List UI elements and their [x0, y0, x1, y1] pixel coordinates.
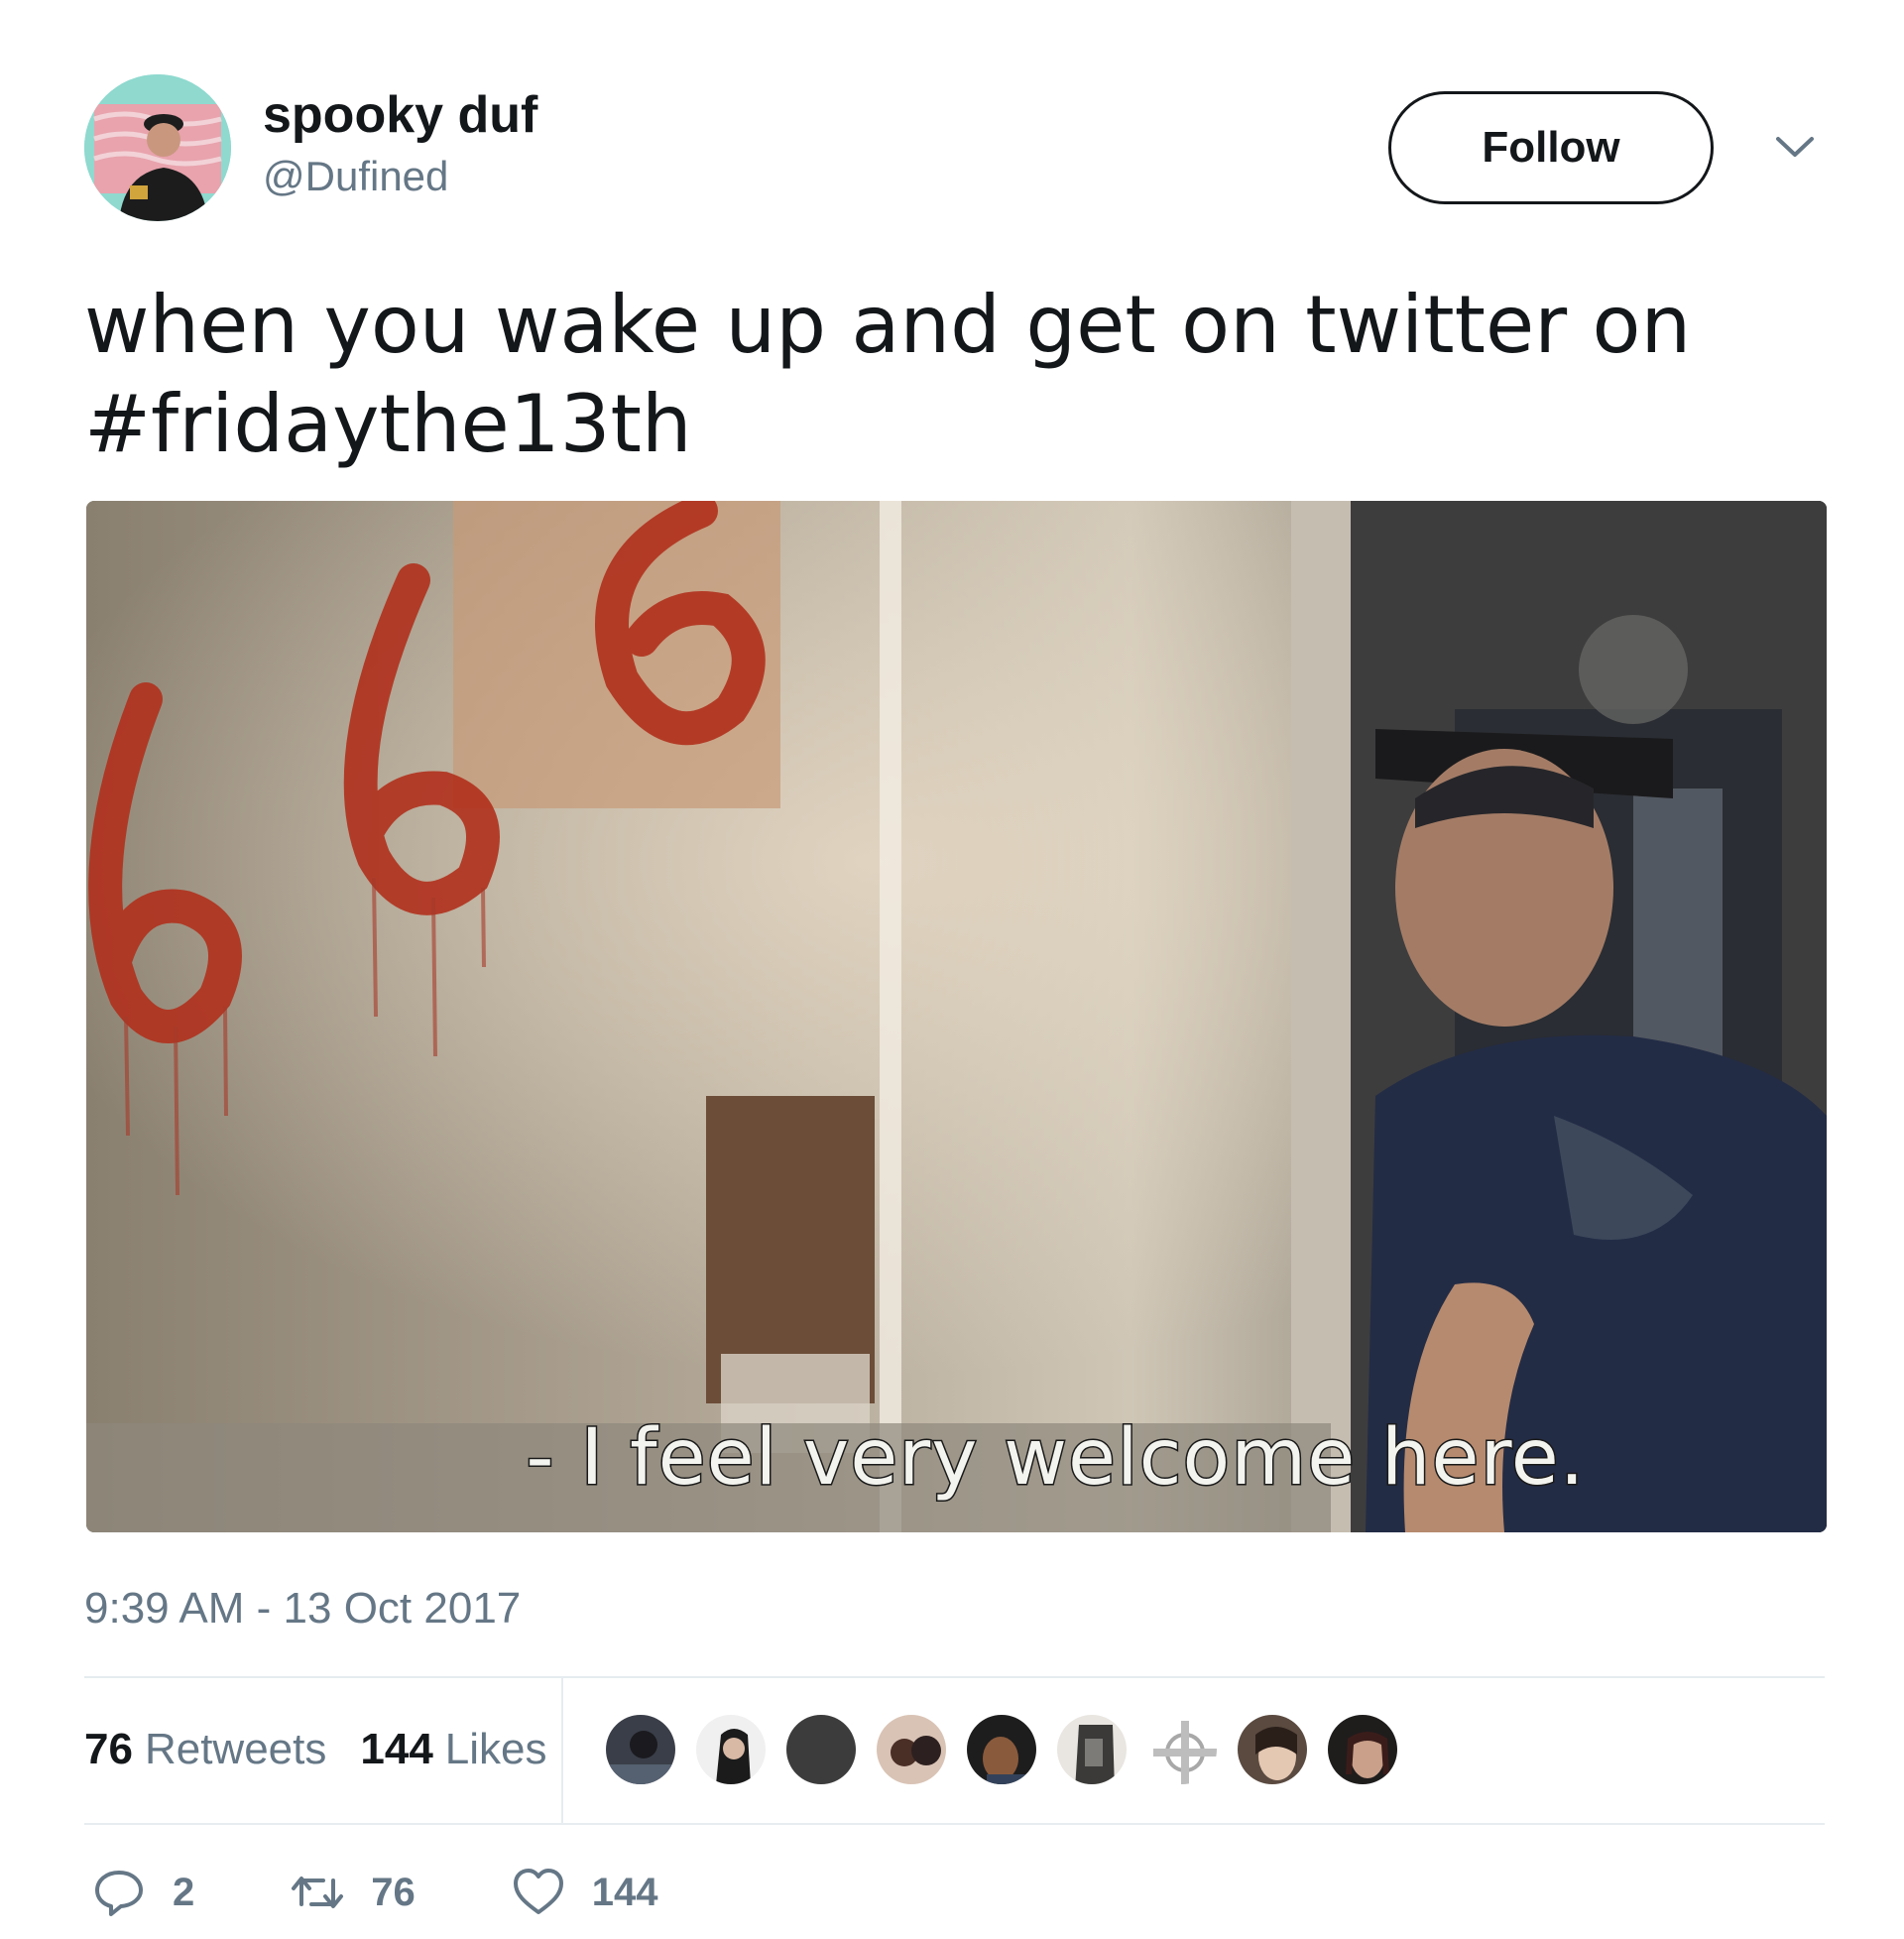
- like-button[interactable]: 144: [511, 1865, 658, 1920]
- reply-count: 2: [173, 1870, 195, 1914]
- likes-label: Likes: [444, 1725, 547, 1773]
- tweet-actions: 2 76 144: [91, 1865, 754, 1920]
- media-subtitle: - I feel very welcome here.: [525, 1412, 1586, 1505]
- liker-avatar[interactable]: [1235, 1712, 1310, 1787]
- tweet-timestamp[interactable]: 9:39 AM - 13 Oct 2017: [84, 1584, 521, 1634]
- likes-count: 144: [360, 1725, 433, 1773]
- retweets-label: Retweets: [144, 1725, 327, 1773]
- liker-avatar[interactable]: [783, 1712, 859, 1787]
- heart-icon: [513, 1869, 563, 1914]
- likes-stat[interactable]: 144 Likes: [360, 1725, 546, 1774]
- tweet-media[interactable]: - I feel very welcome here.: [86, 501, 1827, 1532]
- liker-avatar[interactable]: [1325, 1712, 1400, 1787]
- reply-button[interactable]: 2: [91, 1865, 194, 1920]
- tweet-text-line: when you wake up and get on twitter on: [84, 279, 1692, 371]
- reply-icon: [95, 1871, 143, 1916]
- engagement-stats: 76 Retweets 144 Likes: [84, 1676, 581, 1823]
- follow-button[interactable]: Follow: [1388, 91, 1714, 204]
- chevron-down-icon[interactable]: [1770, 122, 1820, 172]
- liker-avatar[interactable]: [874, 1712, 949, 1787]
- liker-avatar[interactable]: [1054, 1712, 1130, 1787]
- user-handle[interactable]: @Dufined: [263, 150, 537, 204]
- tweet-text: when you wake up and get on twitter on #…: [84, 276, 1830, 474]
- retweet-count: 76: [371, 1870, 416, 1914]
- retweets-stat[interactable]: 76 Retweets: [84, 1725, 326, 1774]
- retweets-count: 76: [84, 1725, 133, 1773]
- liker-avatar[interactable]: [1144, 1712, 1220, 1787]
- stats-separator: [561, 1676, 563, 1823]
- liker-avatar[interactable]: [603, 1712, 678, 1787]
- tweet-header: spooky duf @Dufined Follow: [84, 74, 1820, 223]
- like-count: 144: [591, 1870, 658, 1914]
- user-names: spooky duf @Dufined: [263, 84, 537, 204]
- liker-avatars: [603, 1712, 1415, 1787]
- display-name[interactable]: spooky duf: [263, 84, 537, 146]
- liker-avatar[interactable]: [693, 1712, 769, 1787]
- retweet-icon: [292, 1877, 344, 1908]
- divider: [84, 1823, 1825, 1825]
- user-avatar[interactable]: [84, 74, 231, 221]
- hashtag-link[interactable]: #fridaythe13th: [84, 375, 1830, 474]
- retweet-button[interactable]: 76: [290, 1865, 416, 1920]
- liker-avatar[interactable]: [964, 1712, 1039, 1787]
